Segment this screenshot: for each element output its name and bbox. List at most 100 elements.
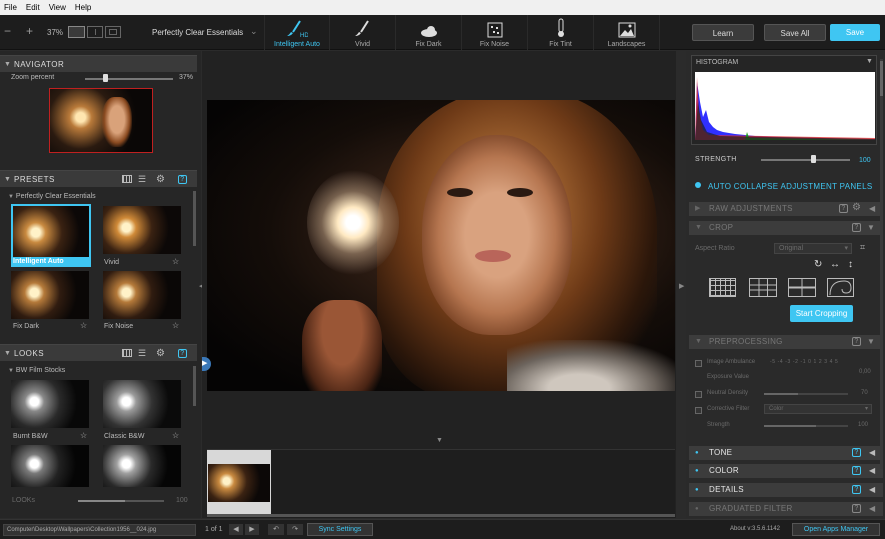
preset-thumb-vivid[interactable] (103, 206, 181, 254)
help-icon[interactable]: ? (852, 337, 861, 346)
panel-collapse-icon[interactable]: ◀ (869, 502, 875, 516)
help-icon[interactable]: ? (852, 223, 861, 232)
preprocessing-header[interactable]: ▼ PREPROCESSING ? ▼ (689, 335, 883, 349)
start-cropping-button[interactable]: Start Cropping (790, 305, 853, 322)
help-icon[interactable]: ? (852, 485, 861, 494)
list-view-icon[interactable]: ☰ (138, 171, 147, 188)
strength-slider-knob[interactable] (811, 155, 817, 163)
raw-adjustments-header[interactable]: ▶ RAW ADJUSTMENTS ? ⚙ ◀ (689, 202, 883, 216)
neutral-density-checkbox[interactable] (695, 391, 702, 400)
tab-vivid[interactable]: Vivid (330, 15, 396, 50)
star-icon[interactable]: ☆ (172, 431, 179, 440)
grid-view-icon[interactable] (122, 349, 132, 357)
tab-fix-dark[interactable]: Fix Dark (396, 15, 462, 50)
panel-collapse-icon[interactable]: ◀ (869, 202, 875, 216)
tab-fix-noise[interactable]: Fix Noise (462, 15, 528, 50)
filename-field[interactable]: Computer\Desktop\Wallpapers\Collection19… (3, 524, 196, 536)
presets-scrollbar[interactable] (193, 191, 196, 246)
tab-landscapes[interactable]: Landscapes (594, 15, 660, 50)
tab-intelligent-auto[interactable]: HD Intelligent Auto (264, 15, 330, 50)
panel-collapse-icon[interactable]: ◀ (869, 446, 875, 460)
compare-view-icon[interactable] (105, 26, 121, 38)
image-ambulance-scale[interactable]: -5 -4 -3 -2 -1 0 1 2 3 4 5 (770, 359, 838, 365)
grid-fine-icon[interactable] (709, 278, 736, 297)
star-icon[interactable]: ☆ (80, 321, 87, 330)
grid-thirds-icon[interactable] (749, 278, 777, 297)
filmstrip-toggle-icon[interactable]: ▼ (436, 437, 443, 444)
save-all-button[interactable]: Save All (764, 24, 826, 41)
help-icon[interactable]: ? (852, 448, 861, 457)
next-image-icon[interactable]: ▶ (245, 524, 259, 535)
aspect-ratio-select[interactable]: Original ▾ (774, 243, 852, 254)
rotate-icon[interactable]: ↻ (814, 259, 822, 270)
prev-image-icon[interactable]: ◀ (229, 524, 243, 535)
menu-help[interactable]: Help (71, 0, 96, 12)
help-icon[interactable]: ? (178, 349, 187, 358)
crop-header[interactable]: ▼ CROP ? ▼ (689, 221, 883, 235)
golden-spiral-icon[interactable] (827, 278, 854, 297)
details-header[interactable]: ● DETAILS ? ◀ (689, 483, 883, 497)
flip-vertical-icon[interactable]: ↕ (848, 259, 853, 270)
looks-scrollbar[interactable] (193, 366, 196, 406)
look-thumb[interactable] (103, 445, 181, 487)
auto-collapse-label[interactable]: AUTO COLLAPSE ADJUSTMENT PANELS (708, 182, 872, 191)
grid-halves-icon[interactable] (788, 278, 816, 297)
panel-expand-icon[interactable]: ▼ (867, 221, 875, 235)
single-view-icon[interactable] (68, 26, 85, 38)
star-icon[interactable]: ☆ (172, 321, 179, 330)
navigator-thumbnail[interactable] (49, 88, 153, 153)
main-photo[interactable] (207, 100, 675, 391)
gear-icon[interactable]: ⚙ (156, 345, 165, 362)
histogram-menu-icon[interactable]: ▼ (866, 58, 873, 65)
help-icon[interactable]: ? (839, 204, 848, 213)
rotate-right-icon[interactable]: ↷ (287, 524, 303, 535)
corrective-filter-select[interactable]: Color ▾ (764, 404, 872, 414)
panel-collapse-icon[interactable]: ◀ (869, 464, 875, 478)
flip-horizontal-icon[interactable]: ↔ (830, 259, 840, 270)
crop-icon[interactable]: ⌗ (860, 242, 865, 253)
look-thumb-classic-bw[interactable] (103, 380, 181, 428)
filmstrip-selected-frame[interactable] (207, 450, 271, 516)
look-thumb[interactable] (11, 445, 89, 487)
look-thumb-burnt-bw[interactable] (11, 380, 89, 428)
star-icon[interactable]: ☆ (80, 431, 87, 440)
strength-slider-track[interactable] (761, 159, 850, 161)
presets-group[interactable]: ▼ Perfectly Clear Essentials (8, 193, 96, 200)
chevron-down-icon[interactable]: ⌄ (250, 26, 258, 37)
color-header[interactable]: ● COLOR ? ◀ (689, 464, 883, 478)
graduated-filter-header[interactable]: ● GRADUATED FILTER ? ◀ (689, 502, 883, 516)
rotate-left-icon[interactable]: ↶ (268, 524, 284, 535)
grid-view-icon[interactable] (122, 175, 132, 183)
corrective-filter-checkbox[interactable] (695, 407, 702, 416)
filmstrip-scrollbar[interactable] (207, 514, 675, 517)
image-ambulance-checkbox[interactable] (695, 360, 702, 369)
star-icon[interactable]: ☆ (172, 257, 179, 266)
looks-group[interactable]: ▼ BW Film Stocks (8, 367, 65, 374)
list-view-icon[interactable]: ☰ (138, 345, 147, 362)
help-icon[interactable]: ? (852, 504, 861, 513)
zoom-in-icon[interactable]: + (26, 24, 33, 38)
save-button[interactable]: Save (830, 24, 880, 41)
panel-collapse-icon[interactable]: ◀ (869, 483, 875, 497)
looks-header[interactable]: ▼ LOOKS ☰ ⚙ ? (0, 344, 197, 361)
panel-expand-icon[interactable]: ▼ (867, 335, 875, 349)
right-scrollbar[interactable] (880, 59, 883, 469)
preset-dropdown[interactable]: Perfectly Clear Essentials (152, 28, 243, 37)
menu-view[interactable]: View (45, 0, 71, 12)
zoom-slider-knob[interactable] (102, 74, 108, 82)
gear-icon[interactable]: ⚙ (852, 201, 861, 215)
version-label[interactable]: About v:3.5.6.1142 (730, 526, 780, 532)
gear-icon[interactable]: ⚙ (156, 171, 165, 188)
zoom-slider-track[interactable] (85, 78, 173, 80)
sync-settings-button[interactable]: Sync Settings (307, 523, 373, 536)
navigator-header[interactable]: ▼ NAVIGATOR (0, 55, 197, 72)
menu-edit[interactable]: Edit (22, 0, 45, 12)
tab-fix-tint[interactable]: Fix Tint (528, 15, 594, 50)
open-apps-manager-button[interactable]: Open Apps Manager (792, 523, 880, 536)
help-icon[interactable]: ? (852, 466, 861, 475)
presets-header[interactable]: ▼ PRESETS ☰ ⚙ ? (0, 170, 197, 187)
help-icon[interactable]: ? (178, 175, 187, 184)
zoom-out-icon[interactable]: − (4, 24, 11, 38)
collapse-right-arrow-icon[interactable]: ▶ (679, 282, 684, 290)
preset-thumb-fix-dark[interactable] (11, 271, 89, 319)
